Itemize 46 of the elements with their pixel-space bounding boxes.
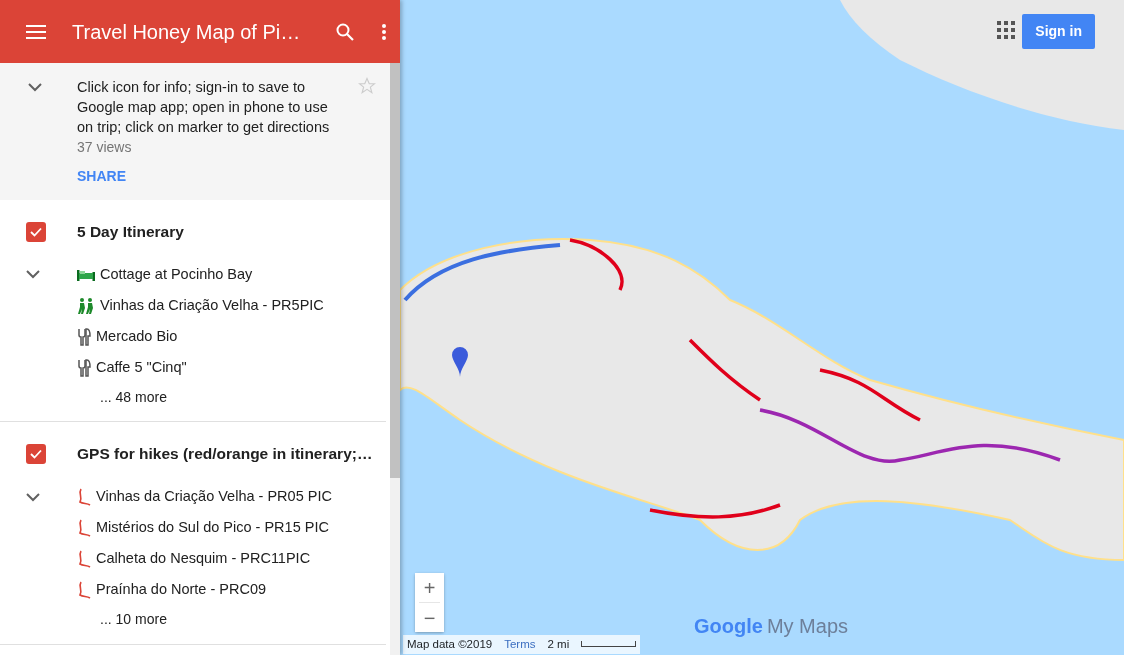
route-line-icon <box>77 488 91 506</box>
place-name[interactable]: Vinhas da Criação Velha - PR05 PIC <box>96 486 332 508</box>
place-name[interactable]: Caffe 5 "Cinq" <box>96 356 187 379</box>
layer-title: 5 Day Itinerary <box>77 222 184 242</box>
scale-bar <box>581 641 637 648</box>
bed-icon <box>77 267 95 282</box>
expand-chevron-icon[interactable] <box>26 492 40 502</box>
place-name[interactable]: Calheta do Nesquim - PRC11PIC <box>96 548 311 570</box>
zoom-out-button[interactable]: − <box>415 603 444 632</box>
place-name[interactable]: Mercado Bio <box>96 325 178 348</box>
route-line-icon <box>77 550 91 568</box>
expand-chevron-icon[interactable] <box>26 270 40 280</box>
apps-grid-icon[interactable] <box>997 21 1015 39</box>
place-name[interactable]: Vinhas da Criação Velha - PR5PIC <box>100 294 324 317</box>
checkmark-icon <box>30 226 42 237</box>
scrollbar-thumb[interactable] <box>390 63 400 478</box>
terms-link[interactable]: Terms <box>504 635 536 653</box>
menu-icon[interactable] <box>26 24 46 39</box>
route-line-icon <box>77 581 91 599</box>
layer-title: GPS for hikes (red/orange in itinerary;… <box>77 444 373 465</box>
more-items-link[interactable]: ... 10 more <box>77 605 332 634</box>
place-name[interactable]: Cottage at Pocinho Bay <box>100 263 253 286</box>
route-line-icon <box>77 519 91 537</box>
layer-checkbox[interactable] <box>26 443 46 464</box>
zoom-in-button[interactable]: + <box>415 573 444 602</box>
scale-label: 2 mi <box>547 636 570 652</box>
map-description: Click icon for info; sign-in to save to Google map app; open in phone to use on trip; click on marker to get directions <box>77 78 331 137</box>
fork-knife-icon <box>77 358 91 377</box>
sign-in-button[interactable]: Sign in <box>1022 14 1095 49</box>
place-name[interactable]: Mistérios do Sul do Pico - PR15 PIC <box>96 517 329 539</box>
map-pin-icon <box>452 347 468 377</box>
map-title: Travel Honey Map of Pi… <box>72 19 302 45</box>
checkmark-icon <box>30 448 42 459</box>
more-options-icon[interactable] <box>382 23 386 40</box>
star-icon[interactable] <box>358 77 377 95</box>
layer-checkbox[interactable] <box>26 221 46 242</box>
search-icon[interactable] <box>336 22 354 41</box>
more-items-link[interactable]: ... 48 more <box>77 383 324 412</box>
logo-brand: Google <box>694 614 763 639</box>
view-count: 37 views <box>77 138 133 157</box>
hikers-icon <box>77 296 95 315</box>
logo-product: My Maps <box>766 614 848 639</box>
collapse-chevron-icon[interactable] <box>28 83 42 92</box>
place-name[interactable]: Praínha do Norte - PRC09 <box>96 579 267 601</box>
map-data-credit: Map data ©2019 <box>407 636 493 652</box>
fork-knife-icon <box>77 327 91 346</box>
